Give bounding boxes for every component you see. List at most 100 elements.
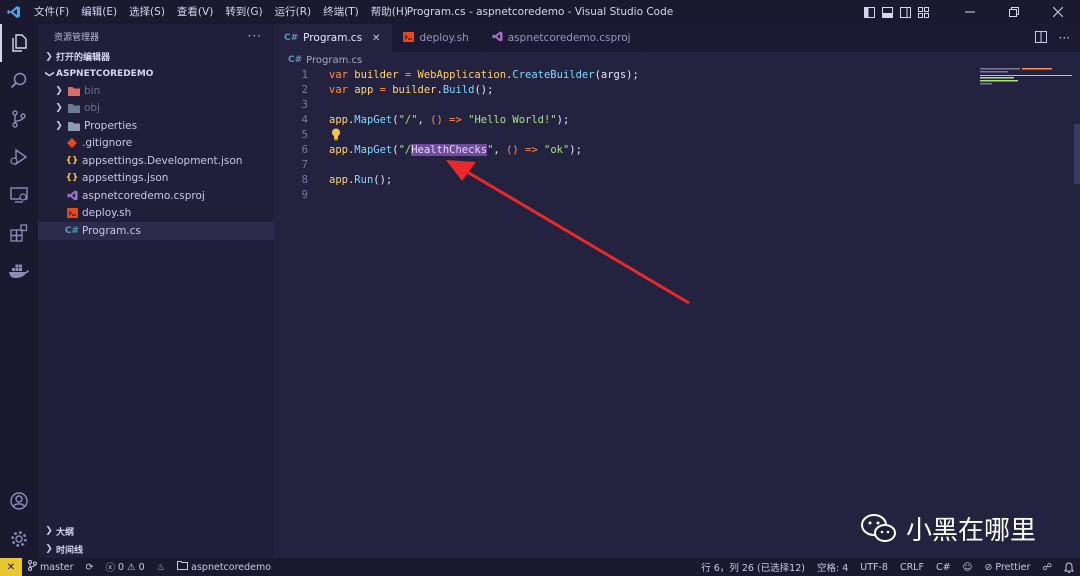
account-icon[interactable]: [0, 482, 38, 520]
docker-icon[interactable]: [0, 252, 38, 290]
tree-label: deploy.sh: [82, 207, 132, 220]
tree-file-appsettings-development[interactable]: {} appsettings.Development.json: [38, 152, 274, 170]
cursor-position[interactable]: 行 6，列 26 (已选择12): [695, 558, 811, 576]
tree-file-csproj[interactable]: aspnetcoredemo.csproj: [38, 187, 274, 205]
explorer-icon[interactable]: [0, 24, 38, 62]
warning-icon: ⚠: [127, 561, 136, 573]
tree-folder-obj[interactable]: ❯ obj: [38, 100, 274, 118]
menu-go[interactable]: 转到(G): [219, 0, 268, 24]
copilot-icon[interactable]: ☺: [957, 558, 979, 576]
menu-terminal[interactable]: 终端(T): [317, 0, 365, 24]
code-editor[interactable]: 1 2 3 4 5 6 7 8 9 var builder = WebAppli…: [274, 68, 1080, 558]
chevron-right-icon: ❯: [45, 51, 53, 62]
toggle-secondary-sidebar-icon[interactable]: [896, 0, 914, 24]
search-icon[interactable]: [0, 62, 38, 100]
notifications-bell-icon[interactable]: [1058, 558, 1080, 576]
end-of-line[interactable]: CRLF: [894, 558, 930, 576]
code-token: app: [329, 144, 348, 156]
language-mode[interactable]: C#: [930, 558, 957, 576]
explorer-header: 资源管理器 ···: [38, 24, 274, 48]
code-token: MapGet: [354, 144, 393, 156]
check-icon: ⊘: [984, 561, 993, 573]
open-editors-section[interactable]: ❯ 打开的编辑器: [38, 48, 274, 65]
warning-count: 0: [138, 561, 145, 573]
code-token: var: [329, 84, 348, 96]
code-token: Run: [354, 174, 374, 186]
breadcrumb-file[interactable]: Program.cs: [306, 55, 362, 66]
minimize-icon[interactable]: [948, 0, 992, 24]
minimap[interactable]: [980, 68, 1072, 108]
project-name: aspnetcoredemo: [191, 561, 272, 573]
timeline-section[interactable]: ❯ 时间线: [38, 540, 274, 558]
activity-bar: [0, 24, 38, 558]
menu-edit[interactable]: 编辑(E): [75, 0, 123, 24]
toggle-sidebar-icon[interactable]: [860, 0, 878, 24]
tree-file-program[interactable]: C# Program.cs: [38, 222, 274, 240]
problems-indicator[interactable]: ⓧ 0 ⚠ 0: [99, 558, 150, 576]
menu-selection[interactable]: 选择(S): [123, 0, 171, 24]
project-indicator[interactable]: aspnetcoredemo: [171, 558, 277, 576]
csharp-icon: C#: [288, 55, 303, 65]
code-token: "ok": [544, 144, 570, 156]
prettier-label: Prettier: [995, 561, 1031, 573]
source-control-icon[interactable]: [0, 100, 38, 138]
vscode-logo-icon: [0, 0, 28, 24]
indentation[interactable]: 空格: 4: [811, 558, 854, 576]
remote-explorer-icon[interactable]: [0, 176, 38, 214]
run-debug-icon[interactable]: [0, 138, 38, 176]
tab-program-cs[interactable]: C# Program.cs ✕: [274, 24, 394, 52]
menu-view[interactable]: 查看(V): [171, 0, 219, 24]
toggle-panel-icon[interactable]: [878, 0, 896, 24]
tab-label: Program.cs: [303, 32, 363, 44]
git-icon: [64, 138, 80, 149]
restore-icon[interactable]: [992, 0, 1036, 24]
line-number: 3: [301, 99, 308, 111]
tab-csproj[interactable]: aspnetcoredemo.csproj: [482, 24, 644, 52]
tree-file-deploy[interactable]: deploy.sh: [38, 205, 274, 223]
tab-deploy-sh[interactable]: deploy.sh: [393, 24, 482, 52]
tree-folder-properties[interactable]: ❯ Properties: [38, 117, 274, 135]
title-bar: 文件(F) 编辑(E) 选择(S) 查看(V) 转到(G) 运行(R) 终端(T…: [0, 0, 1080, 24]
git-branch[interactable]: master: [22, 558, 80, 576]
more-actions-icon[interactable]: ···: [248, 29, 262, 43]
project-section[interactable]: ❯ ASPNETCOREDEMO: [38, 65, 274, 82]
code-token: "/: [398, 144, 412, 156]
prettier-indicator[interactable]: ⊘ Prettier: [978, 558, 1036, 576]
terminal-icon: [64, 208, 80, 219]
outline-section[interactable]: ❯ 大纲: [38, 522, 274, 540]
code-line-6: app.MapGet("/HealthChecks", () => "ok");: [329, 143, 639, 158]
flame-icon[interactable]: ♨: [151, 558, 172, 576]
split-editor-icon[interactable]: [1034, 30, 1047, 46]
chevron-right-icon: ❯: [55, 85, 63, 96]
tab-label: aspnetcoredemo.csproj: [507, 32, 631, 44]
watermark-text: 小黑在哪里: [906, 516, 1037, 546]
menu-help[interactable]: 帮助(H): [365, 0, 414, 24]
encoding[interactable]: UTF-8: [854, 558, 894, 576]
close-tab-icon[interactable]: ✕: [372, 33, 380, 44]
menu-run[interactable]: 运行(R): [269, 0, 318, 24]
remote-indicator-icon[interactable]: ✕: [0, 558, 22, 576]
code-token: Build: [442, 84, 475, 96]
breadcrumb: C# Program.cs: [274, 52, 1080, 68]
feedback-icon[interactable]: ☍: [1036, 558, 1058, 576]
extensions-icon[interactable]: [0, 214, 38, 252]
more-actions-icon[interactable]: ···: [1059, 31, 1070, 45]
close-window-icon[interactable]: [1036, 0, 1080, 24]
tree-folder-bin[interactable]: ❯ bin: [38, 82, 274, 100]
tree-file-appsettings[interactable]: {} appsettings.json: [38, 170, 274, 188]
code-token: var: [329, 69, 348, 81]
line-number: 5: [301, 129, 308, 141]
code-token: =: [398, 69, 418, 81]
folder-icon: [66, 103, 82, 114]
customize-layout-icon[interactable]: [914, 0, 932, 24]
code-token: ();: [373, 174, 393, 186]
scrollbar-thumb[interactable]: [1074, 124, 1080, 184]
sync-icon[interactable]: ⟳: [80, 558, 100, 576]
menu-file[interactable]: 文件(F): [28, 0, 75, 24]
tree-label: obj: [84, 102, 101, 115]
settings-gear-icon[interactable]: [0, 520, 38, 558]
explorer-title: 资源管理器: [54, 32, 100, 43]
tree-file-gitignore[interactable]: .gitignore: [38, 135, 274, 153]
